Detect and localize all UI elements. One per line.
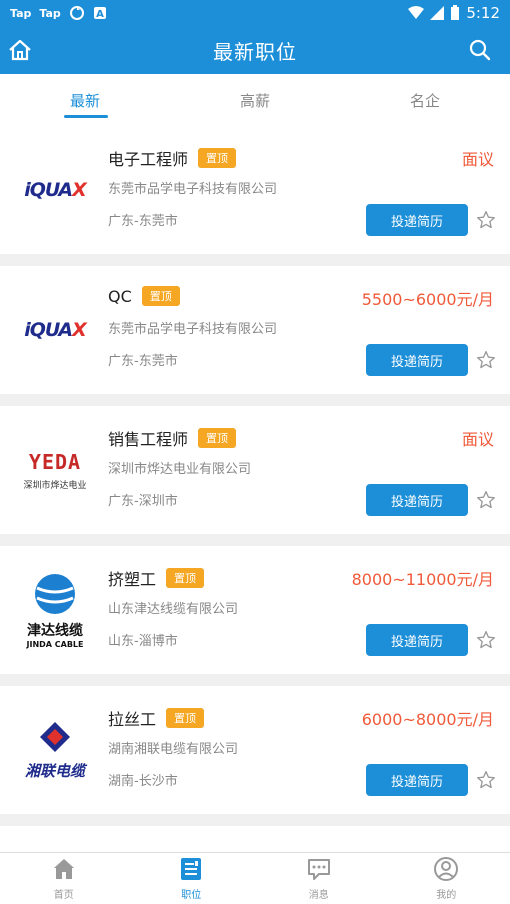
job-salary: 5500~6000元/月: [361, 290, 494, 309]
nav-messages[interactable]: 消息: [255, 853, 383, 904]
apply-button[interactable]: 投递简历: [366, 204, 468, 236]
company-name: 深圳市烨达电业有限公司: [108, 462, 252, 477]
pinned-badge: 置顶: [166, 568, 205, 588]
favorite-star-icon[interactable]: [476, 350, 496, 370]
favorite-star-icon[interactable]: [476, 630, 496, 650]
favorite-star-icon[interactable]: [476, 490, 496, 510]
company-logo: YEDA 深圳市烨达电业: [14, 424, 96, 516]
apply-button[interactable]: 投递简历: [366, 624, 468, 656]
tab-famous-companies[interactable]: 名企: [340, 74, 510, 126]
job-title: 拉丝工: [108, 710, 157, 729]
favorite-star-icon[interactable]: [476, 210, 496, 230]
logo-text: iQUAX: [24, 319, 87, 341]
search-icon[interactable]: [468, 38, 492, 62]
nav-profile[interactable]: 我的: [383, 853, 510, 904]
job-card[interactable]: 湘联电缆 拉丝工 置顶 6000~8000元/月 湖南湘联电缆有限公司 湖南-长…: [0, 686, 510, 814]
profile-icon: [434, 857, 459, 881]
logo-subtext: 深圳市烨达电业: [23, 480, 87, 491]
apply-button[interactable]: 投递简历: [366, 764, 468, 796]
company-logo: 湘联电缆: [14, 704, 96, 796]
svg-text:A: A: [96, 9, 104, 20]
company-name: 东莞市品学电子科技有限公司: [108, 322, 278, 337]
job-salary: 6000~8000元/月: [361, 710, 494, 729]
job-title: QC: [108, 286, 132, 306]
jobs-icon: [181, 858, 202, 880]
company-logo: iQUAX: [14, 144, 96, 236]
nav-home[interactable]: 首页: [0, 853, 128, 904]
status-app-label-1: Tap: [10, 6, 32, 20]
page-title: 最新职位: [213, 39, 297, 64]
company-name: 山东津达线缆有限公司: [108, 602, 239, 617]
job-title: 挤塑工: [108, 570, 157, 589]
job-card[interactable]: iQUAX QC 置顶 5500~6000元/月 东莞市品学电子科技有限公司 广…: [0, 266, 510, 394]
company-name: 东莞市品学电子科技有限公司: [108, 182, 278, 197]
company-logo: iQUAX: [14, 284, 96, 376]
sync-icon: [69, 6, 84, 20]
nav-jobs[interactable]: 职位: [128, 853, 256, 904]
favorite-star-icon[interactable]: [476, 770, 496, 790]
job-salary: 面议: [461, 430, 494, 449]
logo-text: 湘联电缆: [24, 761, 85, 780]
job-location: 广东-东莞市: [108, 354, 178, 369]
job-title: 电子工程师: [108, 150, 189, 169]
job-location: 湖南-长沙市: [108, 774, 178, 789]
pinned-badge: 置顶: [198, 428, 237, 448]
nav-messages-label: 消息: [308, 890, 329, 901]
status-bar: Tap Tap A 5:12: [0, 0, 510, 26]
job-location: 山东-淄博市: [108, 634, 178, 649]
job-card[interactable]: YEDA 深圳市烨达电业 销售工程师 置顶 面议 深圳市烨达电业有限公司 广东-…: [0, 406, 510, 534]
job-card[interactable]: iQUAX 电子工程师 置顶 面议 东莞市品学电子科技有限公司 广东-东莞市 投…: [0, 126, 510, 254]
bottom-nav: 首页 职位 消息 我的: [0, 852, 510, 904]
battery-icon: [451, 5, 460, 20]
job-card[interactable]: 津达线缆 JINDA CABLE 挤塑工 置顶 8000~11000元/月 山东…: [0, 546, 510, 674]
nav-jobs-label: 职位: [181, 890, 202, 901]
signal-icon: [430, 6, 445, 20]
home-icon[interactable]: [6, 36, 34, 64]
job-location: 广东-深圳市: [108, 494, 178, 509]
logo-text: YEDA: [28, 449, 82, 474]
tab-latest[interactable]: 最新: [0, 74, 170, 126]
job-salary: 8000~11000元/月: [351, 570, 494, 589]
diamond-logo-icon: [40, 721, 70, 752]
notification-a-icon: A: [93, 7, 106, 20]
job-tabs: 最新 高薪 名企: [0, 74, 510, 126]
job-title: 销售工程师: [108, 430, 189, 449]
company-logo: 津达线缆 JINDA CABLE: [14, 564, 96, 656]
job-location: 广东-东莞市: [108, 214, 178, 229]
apply-button[interactable]: 投递简历: [366, 344, 468, 376]
message-icon: [307, 859, 330, 880]
company-name: 湖南湘联电缆有限公司: [108, 742, 239, 757]
logo-text: iQUAX: [24, 179, 87, 201]
globe-logo-icon: [35, 573, 75, 614]
nav-profile-label: 我的: [436, 890, 457, 901]
home-icon: [53, 859, 74, 879]
nav-home-label: 首页: [53, 890, 74, 901]
tab-high-salary[interactable]: 高薪: [170, 74, 340, 126]
apply-button[interactable]: 投递简历: [366, 484, 468, 516]
job-list: iQUAX 电子工程师 置顶 面议 东莞市品学电子科技有限公司 广东-东莞市 投…: [0, 126, 510, 866]
pinned-badge: 置顶: [166, 708, 205, 728]
wifi-icon: [408, 6, 425, 19]
logo-subtext: JINDA CABLE: [26, 639, 84, 649]
status-time: 5:12: [466, 4, 500, 22]
pinned-badge: 置顶: [141, 286, 180, 306]
app-header: 最新职位: [0, 26, 510, 74]
pinned-badge: 置顶: [198, 148, 237, 168]
status-app-label-2: Tap: [39, 6, 61, 20]
logo-text: 津达线缆: [27, 622, 83, 639]
job-salary: 面议: [461, 150, 494, 169]
